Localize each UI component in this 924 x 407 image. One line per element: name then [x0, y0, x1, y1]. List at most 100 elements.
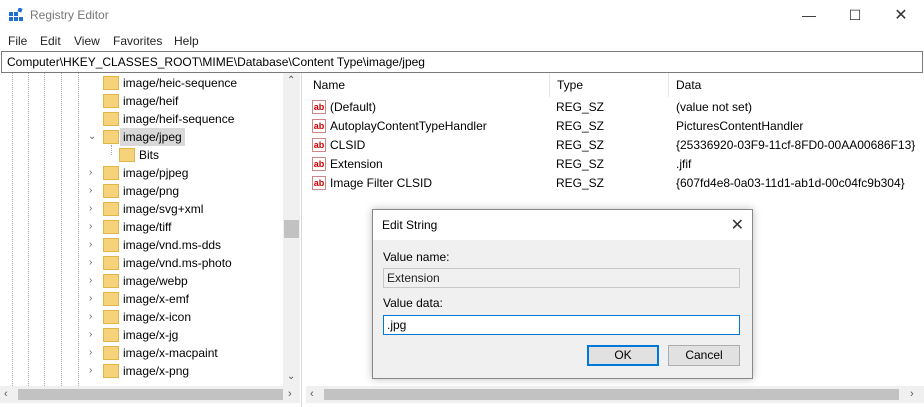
folder-icon — [103, 112, 119, 126]
tree-item[interactable]: › image/tiff — [0, 218, 283, 236]
tree-item-label: image/x-png — [123, 364, 190, 378]
scroll-thumb[interactable] — [284, 220, 299, 238]
menu-bar: File Edit View Favorites Help — [0, 31, 924, 51]
tree-item[interactable]: › image/webp — [0, 272, 283, 290]
ok-button[interactable]: OK — [587, 345, 659, 366]
value-data-input[interactable]: .jpg — [383, 315, 740, 335]
tree-item[interactable]: › image/vnd.ms-dds — [0, 236, 283, 254]
value-row[interactable]: ab CLSID REG_SZ {25336920-03F9-11cf-8FD0… — [306, 136, 924, 155]
minimize-button[interactable]: — — [786, 0, 832, 31]
tree-item[interactable]: Bits — [0, 146, 283, 164]
value-name: Image Filter CLSID — [330, 176, 433, 190]
scroll-left-icon[interactable]: ‹ — [310, 388, 314, 400]
scroll-up-icon[interactable]: ⌃ — [287, 75, 295, 86]
scroll-thumb[interactable] — [324, 389, 899, 400]
value-name: CLSID — [330, 138, 366, 152]
value-data-label: Value data: — [383, 296, 443, 310]
value-type: REG_SZ — [556, 157, 605, 171]
tree-item-label: image/x-jg — [123, 328, 179, 342]
string-value-icon: ab — [312, 176, 326, 190]
chevron-right-icon[interactable]: › — [89, 308, 99, 326]
menu-help[interactable]: Help — [174, 34, 199, 48]
maximize-button[interactable]: ☐ — [832, 0, 878, 31]
close-icon[interactable]: ✕ — [731, 215, 744, 235]
dialog-title: Edit String — [382, 218, 438, 232]
chevron-right-icon[interactable]: › — [89, 218, 99, 236]
menu-favorites[interactable]: Favorites — [113, 34, 162, 48]
chevron-right-icon[interactable]: › — [89, 344, 99, 362]
chevron-right-icon[interactable]: › — [89, 236, 99, 254]
value-row[interactable]: ab (Default) REG_SZ (value not set) — [306, 98, 924, 117]
tree-item-label: image/webp — [123, 274, 188, 288]
tree-item[interactable]: › image/x-icon — [0, 308, 283, 326]
tree-item-label: image/x-macpaint — [123, 346, 218, 360]
value-row[interactable]: ab AutoplayContentTypeHandler REG_SZ Pic… — [306, 117, 924, 136]
menu-edit[interactable]: Edit — [40, 34, 61, 48]
folder-icon — [103, 292, 119, 306]
key-tree: image/heic-sequence image/heif image/hei… — [0, 73, 301, 407]
tree-item[interactable]: › image/pjpeg — [0, 164, 283, 182]
tree-item[interactable]: image/heif — [0, 92, 283, 110]
column-header-name[interactable]: Name — [306, 73, 550, 97]
chevron-right-icon[interactable]: › — [89, 290, 99, 308]
folder-icon — [119, 148, 135, 162]
value-type: REG_SZ — [556, 100, 605, 114]
cancel-button[interactable]: Cancel — [668, 345, 740, 366]
tree-item-label: image/svg+xml — [123, 202, 204, 216]
column-header-data[interactable]: Data — [669, 73, 924, 97]
close-button[interactable]: ✕ — [878, 0, 924, 31]
tree-item[interactable]: › image/x-macpaint — [0, 344, 283, 362]
tree-vertical-scrollbar[interactable]: ⌃ ⌄ — [283, 73, 300, 386]
scroll-right-icon[interactable]: › — [288, 388, 292, 400]
folder-icon — [103, 76, 119, 90]
scroll-left-icon[interactable]: ‹ — [4, 388, 8, 400]
tree-item-label: image/heic-sequence — [123, 76, 238, 90]
tree-item[interactable]: › image/vnd.ms-photo — [0, 254, 283, 272]
folder-icon — [103, 166, 119, 180]
string-value-icon: ab — [312, 119, 326, 133]
folder-icon — [103, 130, 119, 144]
scroll-right-icon[interactable]: › — [910, 388, 914, 400]
folder-icon — [103, 94, 119, 108]
tree-item-label: image/x-icon — [123, 310, 192, 324]
folder-icon — [103, 274, 119, 288]
tree-item[interactable]: › image/png — [0, 182, 283, 200]
value-row[interactable]: ab Extension REG_SZ .jfif — [306, 155, 924, 174]
menu-view[interactable]: View — [74, 34, 100, 48]
chevron-right-icon[interactable]: › — [89, 326, 99, 344]
tree-item[interactable]: image/heif-sequence — [0, 110, 283, 128]
tree-item-label: image/pjpeg — [123, 166, 189, 180]
title-bar: Registry Editor — ☐ ✕ — [0, 0, 924, 31]
tree-item[interactable]: › image/x-jg — [0, 326, 283, 344]
dialog-title-bar: Edit String ✕ — [373, 210, 752, 240]
folder-icon — [103, 364, 119, 378]
chevron-down-icon[interactable]: ⌄ — [88, 128, 98, 146]
tree-item[interactable]: › image/svg+xml — [0, 200, 283, 218]
tree-horizontal-scrollbar[interactable]: ‹ › — [0, 386, 300, 403]
chevron-right-icon[interactable]: › — [89, 182, 99, 200]
tree-item-label: image/heif-sequence — [123, 112, 235, 126]
scroll-down-icon[interactable]: ⌄ — [287, 371, 295, 382]
values-horizontal-scrollbar[interactable]: ‹ › — [306, 386, 924, 403]
chevron-right-icon[interactable]: › — [89, 254, 99, 272]
chevron-right-icon[interactable]: › — [89, 272, 99, 290]
folder-icon — [103, 310, 119, 324]
tree-item[interactable]: › image/x-emf — [0, 290, 283, 308]
chevron-right-icon[interactable]: › — [89, 200, 99, 218]
folder-icon — [103, 256, 119, 270]
value-name-field: Extension — [383, 268, 740, 288]
tree-item[interactable]: › image/x-png — [0, 362, 283, 380]
scroll-thumb[interactable] — [18, 389, 283, 400]
menu-file[interactable]: File — [8, 34, 27, 48]
registry-icon — [9, 8, 23, 21]
value-row[interactable]: ab Image Filter CLSID REG_SZ {607fd4e8-0… — [306, 174, 924, 193]
column-header-type[interactable]: Type — [550, 73, 669, 97]
folder-icon — [103, 346, 119, 360]
chevron-right-icon[interactable]: › — [89, 362, 99, 380]
tree-item-label: image/heif — [123, 94, 179, 108]
address-bar[interactable]: Computer\HKEY_CLASSES_ROOT\MIME\Database… — [1, 51, 923, 73]
tree-item-selected[interactable]: ⌄ image/jpeg — [0, 128, 283, 146]
chevron-right-icon[interactable]: › — [89, 164, 99, 182]
tree-item[interactable]: image/heic-sequence — [0, 74, 283, 92]
folder-icon — [103, 202, 119, 216]
